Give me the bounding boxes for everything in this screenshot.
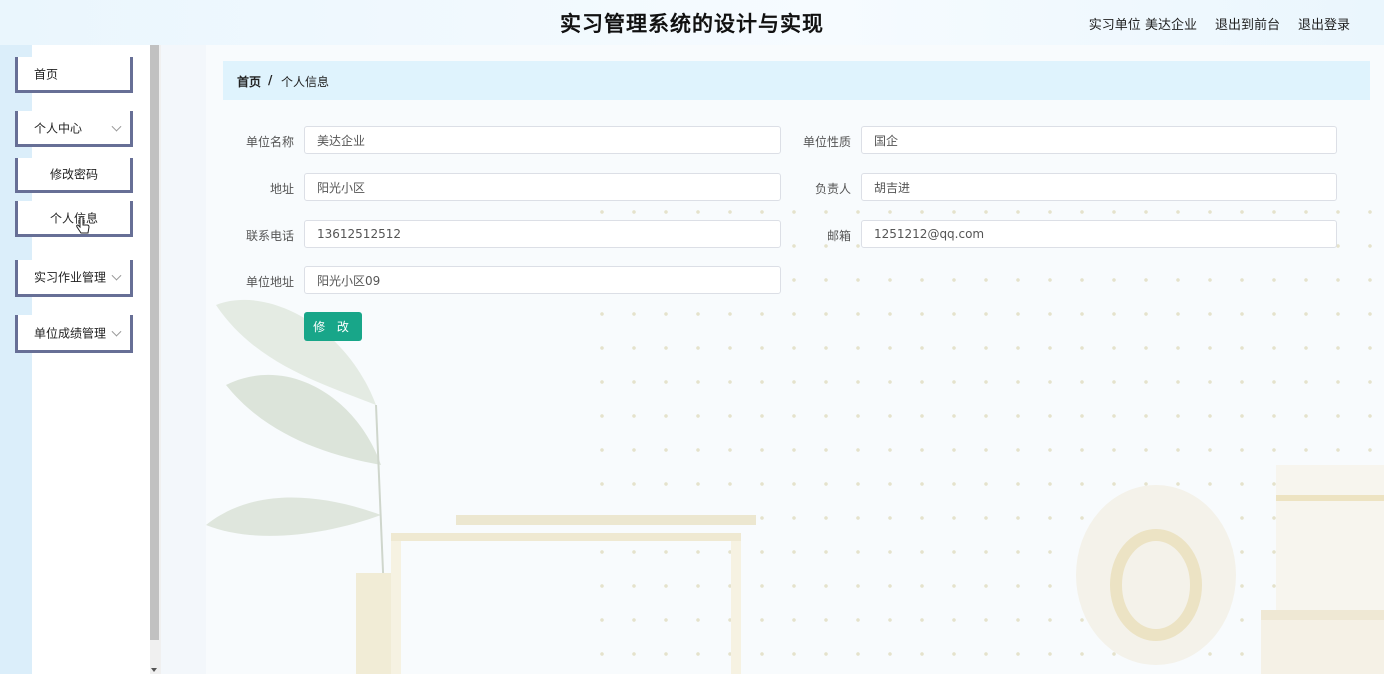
sidebar-item-unit-grades[interactable]: 单位成绩管理 [15, 315, 133, 353]
breadcrumb-current: 个人信息 [281, 75, 330, 89]
sidebar-item-label: 个人中心 [34, 121, 83, 135]
user-role: 实习单位 [1088, 18, 1141, 33]
unit-nature-label: 单位性质 [802, 135, 851, 149]
unit-name-label: 单位名称 [245, 135, 294, 149]
sidebar-item-change-password[interactable]: 修改密码 [15, 158, 133, 193]
top-header: 实习管理系统的设计与实现 实习单位 美达企业 退出到前台 退出登录 [0, 0, 1384, 45]
edit-button[interactable]: 修 改 [304, 312, 362, 341]
scrollbar-thumb[interactable] [150, 45, 159, 640]
hand-cursor-icon [76, 216, 90, 234]
email-input[interactable] [861, 220, 1337, 248]
phone-label: 联系电话 [245, 229, 294, 243]
chevron-down-icon [111, 326, 122, 337]
unit-address-label: 单位地址 [245, 275, 294, 289]
chevron-down-icon [111, 121, 122, 132]
unit-nature-input[interactable] [861, 126, 1337, 154]
principal-label: 负责人 [814, 182, 851, 196]
sidebar-item-label: 单位成绩管理 [34, 326, 107, 340]
breadcrumb: 首页 / 个人信息 [223, 61, 1370, 100]
header-actions: 实习单位 美达企业 退出到前台 退出登录 [1089, 14, 1350, 33]
user-name: 美达企业 [1144, 18, 1197, 33]
sidebar-item-label: 修改密码 [49, 167, 98, 182]
address-input[interactable] [304, 173, 781, 201]
sidebar-item-personal-info[interactable]: 个人信息 [15, 201, 133, 237]
sidebar-item-label: 首页 [34, 67, 59, 81]
logout-link[interactable]: 退出登录 [1298, 14, 1350, 33]
sidebar-item-label: 个人信息 [49, 211, 98, 225]
scroll-down-arrow-icon[interactable] [151, 668, 157, 672]
phone-input[interactable] [304, 220, 781, 248]
chevron-down-icon [111, 270, 122, 281]
podium-decoration-image [356, 465, 1384, 674]
sidebar-item-personal-center[interactable]: 个人中心 [15, 111, 133, 147]
unit-name-input[interactable] [304, 126, 781, 154]
breadcrumb-separator: / [268, 73, 273, 87]
back-to-front-link[interactable]: 退出到前台 [1215, 14, 1280, 33]
sidebar-item-home[interactable]: 首页 [15, 57, 133, 93]
unit-address-input[interactable] [304, 266, 781, 294]
sidebar-item-internship-homework[interactable]: 实习作业管理 [15, 260, 133, 297]
email-label: 邮箱 [826, 229, 851, 243]
breadcrumb-home[interactable]: 首页 [237, 73, 261, 90]
sidebar-scrollbar[interactable] [150, 45, 161, 674]
address-label: 地址 [269, 182, 294, 196]
principal-input[interactable] [861, 173, 1337, 201]
sidebar-item-label: 实习作业管理 [34, 270, 107, 285]
current-user: 实习单位 美达企业 [1089, 14, 1197, 33]
